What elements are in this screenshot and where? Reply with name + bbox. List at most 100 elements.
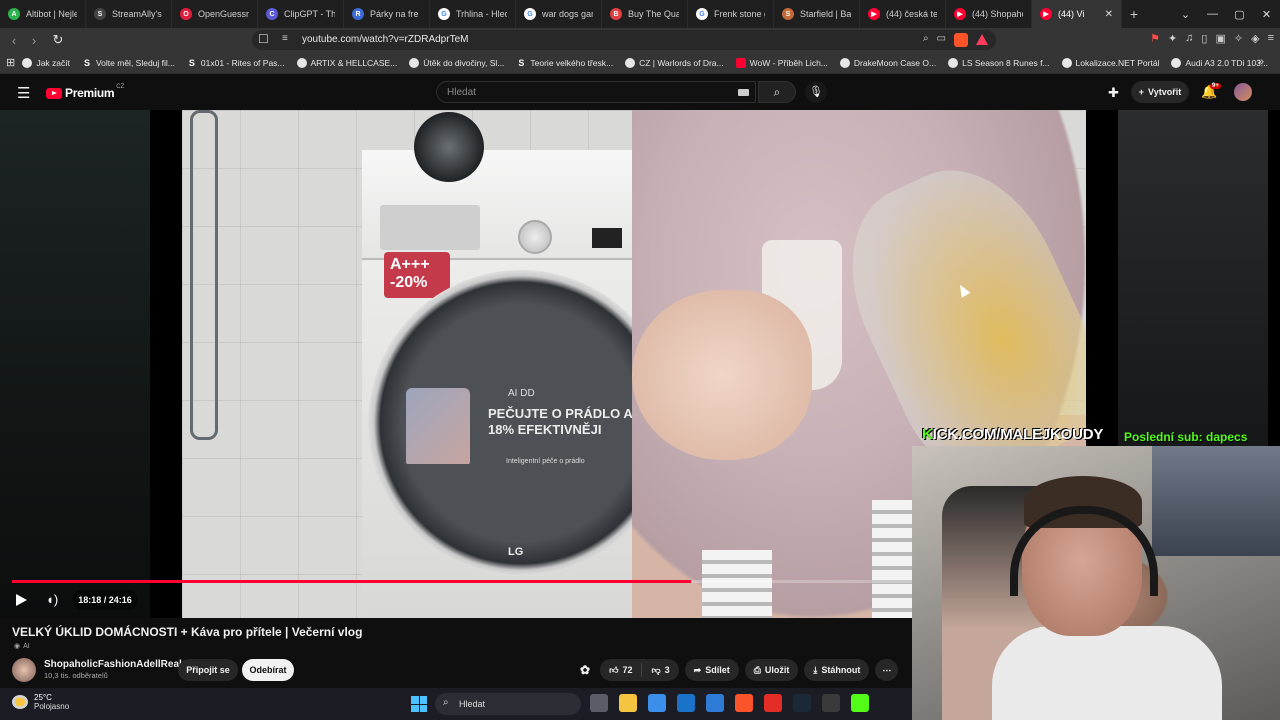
taskbar-search[interactable]: ⌕ Hledat [435, 693, 581, 715]
browser-tab[interactable]: O OpenGuessr - [172, 0, 258, 28]
hamburger-menu-icon[interactable]: ☰ [17, 84, 30, 102]
steam-icon[interactable] [793, 694, 811, 712]
join-button[interactable]: Připojit se [178, 659, 238, 681]
brave-icon[interactable] [735, 694, 753, 712]
store-icon[interactable] [648, 694, 666, 712]
bookmark-item[interactable]: CZ | Warlords of Dra... [625, 57, 724, 68]
detergent-drawer [380, 205, 480, 250]
browser-tab[interactable]: G Frenk stone ga [688, 0, 774, 28]
forward-button[interactable]: › [24, 33, 44, 48]
close-window-button[interactable]: ✕ [1253, 8, 1280, 21]
more-actions-button[interactable]: ⋯ [875, 659, 899, 681]
menu-icon[interactable]: ≡ [1268, 32, 1274, 45]
account-avatar[interactable] [1234, 83, 1252, 101]
obs-icon[interactable] [822, 694, 840, 712]
sidebar-icon[interactable]: ▯ [1201, 32, 1207, 45]
bookmark-item[interactable]: S Volte měl, Sleduj fil... [82, 58, 175, 68]
keyboard-icon[interactable] [738, 89, 749, 96]
apps-grid-icon[interactable]: ⊞ [6, 56, 22, 69]
kick-icon[interactable] [851, 694, 869, 712]
file-explorer-icon[interactable] [619, 694, 637, 712]
play-button[interactable] [16, 594, 27, 606]
thanks-button[interactable]: ✿ [576, 659, 594, 681]
browser-tab[interactable]: ▶ (44) Shopaholi [946, 0, 1032, 28]
tab-label: Frenk stone ga [714, 9, 765, 19]
bookmark-item[interactable]: S Teorie velkého třesk... [516, 58, 613, 68]
maximize-button[interactable]: ▢ [1226, 8, 1253, 21]
tab-close-icon[interactable]: ✕ [1105, 9, 1113, 20]
bookmark-icon[interactable]: ☐ [258, 32, 269, 46]
subscribe-button[interactable]: Odebírat [242, 659, 294, 681]
windows-start-icon[interactable] [411, 696, 427, 712]
cast-icon[interactable]: ✚ [1108, 85, 1119, 101]
tab-label: Altibot | Nejlep [26, 9, 77, 19]
bookmark-item[interactable]: WoW - Příběh Lich... [735, 57, 828, 68]
brave-rewards-icon[interactable] [976, 33, 988, 50]
outlook-icon[interactable] [677, 694, 695, 712]
dislike-button[interactable]: 👎︎ 3 [642, 659, 678, 681]
browser-tab[interactable]: C ClipGPT - The [258, 0, 344, 28]
reload-button[interactable]: ↻ [48, 32, 68, 48]
photos-icon[interactable] [706, 694, 724, 712]
more-bookmarks-icon[interactable]: » [1258, 56, 1264, 68]
create-button[interactable]: + Vytvořit [1131, 81, 1189, 103]
like-button[interactable]: 👍︎ 72 [600, 659, 641, 681]
vpn-icon[interactable]: ◈ [1251, 32, 1259, 45]
like-dislike-group: 👍︎ 72 👎︎ 3 [600, 659, 679, 681]
back-button[interactable]: ‹ [4, 33, 24, 48]
browser-tab[interactable]: ▶ (44) Vi ✕ [1032, 0, 1122, 28]
search-button[interactable]: ⌕ [758, 81, 796, 103]
bookmark-label: Lokalizace.NET Portál [1075, 57, 1160, 68]
browser-tab[interactable]: R Párky na fre [344, 0, 430, 28]
bookmark-item[interactable]: DrakeMoon Case O... [839, 57, 936, 68]
cast-icon[interactable]: ▭ [937, 33, 946, 50]
browser-tab[interactable]: S StreamAlly's G [86, 0, 172, 28]
download-button[interactable]: ⤓ Stáhnout [804, 659, 870, 681]
voice-search-button[interactable]: 🎙 [805, 81, 827, 103]
bookmark-item[interactable]: S 01x01 - Rites of Pas... [187, 58, 285, 68]
browser-tab[interactable]: A Altibot | Nejlep [0, 0, 86, 28]
youtube-music-icon[interactable] [764, 694, 782, 712]
tab-favicon-icon: S [94, 8, 106, 20]
tab-favicon-icon: B [610, 8, 622, 20]
browser-tab[interactable]: G Trhlina - Hleda [430, 0, 516, 28]
bookmark-item[interactable]: LS Season 8 Runes f... [948, 57, 1050, 68]
progress-bar[interactable] [12, 580, 912, 583]
site-info-icon[interactable]: ≡ [282, 33, 288, 44]
youtube-premium-logo[interactable]: Premium CZ [46, 84, 124, 100]
omnibox[interactable]: ☐ ≡ youtube.com/watch?v=rZDRAdprTeM ⌕ ▭ [252, 30, 996, 50]
new-tab-button[interactable]: + [1122, 6, 1146, 22]
share-icon: ➦ [693, 664, 702, 675]
search-input[interactable]: Hledat [436, 81, 756, 103]
tab-favicon-icon: S [782, 8, 794, 20]
save-button[interactable]: ⎙ Uložit [744, 659, 799, 681]
minimize-button[interactable]: — [1199, 8, 1226, 20]
browser-tab[interactable]: S Starfield | Banc [774, 0, 860, 28]
channel-avatar[interactable] [12, 658, 36, 682]
browser-tab[interactable]: Gwar dogs gam [516, 0, 602, 28]
music-icon[interactable]: ♫ [1185, 32, 1193, 45]
brave-shield-icon[interactable] [954, 33, 968, 50]
tab-search-icon[interactable]: ⌄ [1172, 8, 1199, 21]
browser-tab[interactable]: ▶ (44) česká tele [860, 0, 946, 28]
browser-tab[interactable]: B Buy The Quarry [602, 0, 688, 28]
bookmark-item[interactable]: Audi A3 2.0 TDi 103... [1171, 57, 1268, 68]
extension-icon[interactable]: ⚑ [1150, 32, 1160, 45]
share-button[interactable]: ➦ Sdílet [684, 659, 739, 681]
bookmark-item[interactable]: Útěk do divočiny, Sl... [409, 57, 504, 68]
bookmark-item[interactable]: Lokalizace.NET Portál [1061, 57, 1160, 68]
ambient-right [1118, 110, 1268, 450]
weather-widget[interactable]: 25°C Polojasno [12, 693, 69, 711]
bookmark-item[interactable]: ARTIX & HELLCASE... [296, 57, 397, 68]
wallet-icon[interactable]: ▣ [1215, 32, 1225, 45]
puzzle-icon[interactable]: ✦ [1168, 32, 1177, 45]
zoom-icon[interactable]: ⌕ [923, 33, 929, 50]
leo-icon[interactable]: ✧ [1234, 32, 1243, 45]
channel-name[interactable]: ShopaholicFashionAdellReal [44, 659, 182, 670]
task-view-icon[interactable] [590, 694, 608, 712]
bookmark-item[interactable]: Jak začít [22, 57, 70, 68]
url-text[interactable]: youtube.com/watch?v=rZDRAdprTeM [302, 34, 468, 45]
globe-favicon-icon [1061, 57, 1072, 68]
globe-favicon-icon [1171, 57, 1182, 68]
volume-icon[interactable]: ◖) [46, 592, 58, 607]
